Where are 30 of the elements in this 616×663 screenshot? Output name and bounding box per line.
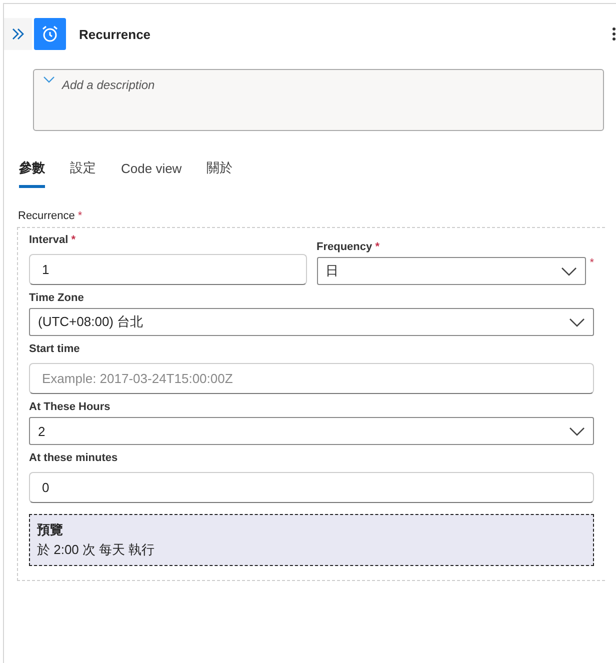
more-icon[interactable] [612, 27, 616, 41]
chevron-down-icon [569, 426, 585, 436]
chevron-down-icon [560, 266, 577, 276]
field-label: Frequency * [316, 241, 380, 253]
dropdown[interactable]: 日 [316, 257, 586, 285]
tab[interactable]: Code view [121, 155, 182, 188]
card-title: Recurrence [79, 26, 152, 42]
input-field[interactable]: 1 [29, 254, 306, 285]
chevron-down-icon [569, 318, 585, 326]
alarm-clock-icon [41, 25, 59, 43]
preview-text: 於 2:00 次 每天 執行 [37, 541, 156, 559]
preview-title: 預覽 [37, 521, 64, 539]
tab[interactable]: 設定 [70, 155, 96, 188]
field-label: Start time [29, 343, 81, 355]
field-label: Time Zone [29, 292, 85, 304]
tab[interactable]: 參數 [19, 155, 45, 188]
input-field[interactable]: 0 [29, 472, 594, 503]
description-field[interactable]: Add a description [33, 69, 604, 131]
field-label: At these minutes [29, 452, 119, 464]
dropdown[interactable]: (UTC+08:00) 台北 [29, 308, 594, 336]
chevron-down-icon [43, 76, 55, 84]
input-field[interactable]: Example: 2017-03-24T15:00:00Z [29, 363, 594, 394]
field-label: Interval * [29, 234, 76, 246]
expand-button[interactable] [4, 18, 32, 50]
dropdown[interactable]: 2 [29, 417, 594, 445]
double-chevron-icon [12, 28, 24, 40]
section-label: Recurrence * [18, 210, 84, 222]
required-mark: * [590, 257, 594, 269]
field-label: At These Hours [29, 401, 112, 413]
tab[interactable]: 關於 [206, 155, 233, 188]
